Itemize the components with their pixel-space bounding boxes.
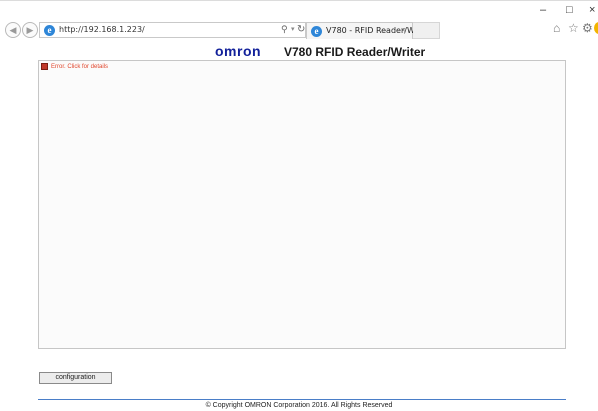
page-header: omron V780 RFID Reader/Writer <box>0 42 598 62</box>
forward-arrow-icon: ▶ <box>26 24 34 35</box>
top-divider <box>0 0 598 1</box>
minimize-button[interactable]: – <box>540 5 546 16</box>
footer-divider <box>38 399 566 400</box>
maximize-button[interactable]: □ <box>566 5 573 16</box>
error-icon <box>41 63 48 70</box>
tab-close-icon[interactable]: × <box>401 25 406 35</box>
address-bar[interactable]: e http://192.168.1.223/ ⚲ ▾ ↻ <box>39 22 306 38</box>
omron-logo: omron <box>215 43 262 59</box>
search-icon[interactable]: ⚲ <box>281 24 288 35</box>
back-button[interactable]: ◀ <box>5 22 21 38</box>
error-message[interactable]: Error. Click for details <box>51 64 108 70</box>
address-input[interactable]: http://192.168.1.223/ <box>59 25 145 34</box>
browser-toolbar: ◀ ▶ e http://192.168.1.223/ ⚲ ▾ ↻ e V780… <box>0 0 598 42</box>
configuration-button[interactable]: configuration <box>39 372 112 384</box>
smiley-icon[interactable] <box>594 22 598 34</box>
error-link[interactable]: Error. Click for details <box>41 63 108 70</box>
close-button[interactable]: × <box>589 5 595 16</box>
tab-v780[interactable]: e V780 - RFID Reader/Writer × <box>306 22 431 39</box>
star-icon[interactable]: ☆ <box>568 22 579 34</box>
refresh-icon[interactable]: ↻ <box>297 24 305 35</box>
forward-button[interactable]: ▶ <box>22 22 38 38</box>
chevron-down-icon[interactable]: ▾ <box>291 25 295 33</box>
home-icon[interactable]: ⌂ <box>553 22 560 34</box>
main-panel: Error. Click for details <box>38 60 566 349</box>
page-title: V780 RFID Reader/Writer <box>284 45 426 59</box>
copyright-text: © Copyright OMRON Corporation 2016. All … <box>205 402 393 409</box>
new-tab-button[interactable] <box>413 22 440 39</box>
ie-icon: e <box>44 25 55 36</box>
gear-icon[interactable]: ⚙ <box>582 22 593 34</box>
back-arrow-icon: ◀ <box>9 24 17 35</box>
ie-icon: e <box>311 26 322 37</box>
